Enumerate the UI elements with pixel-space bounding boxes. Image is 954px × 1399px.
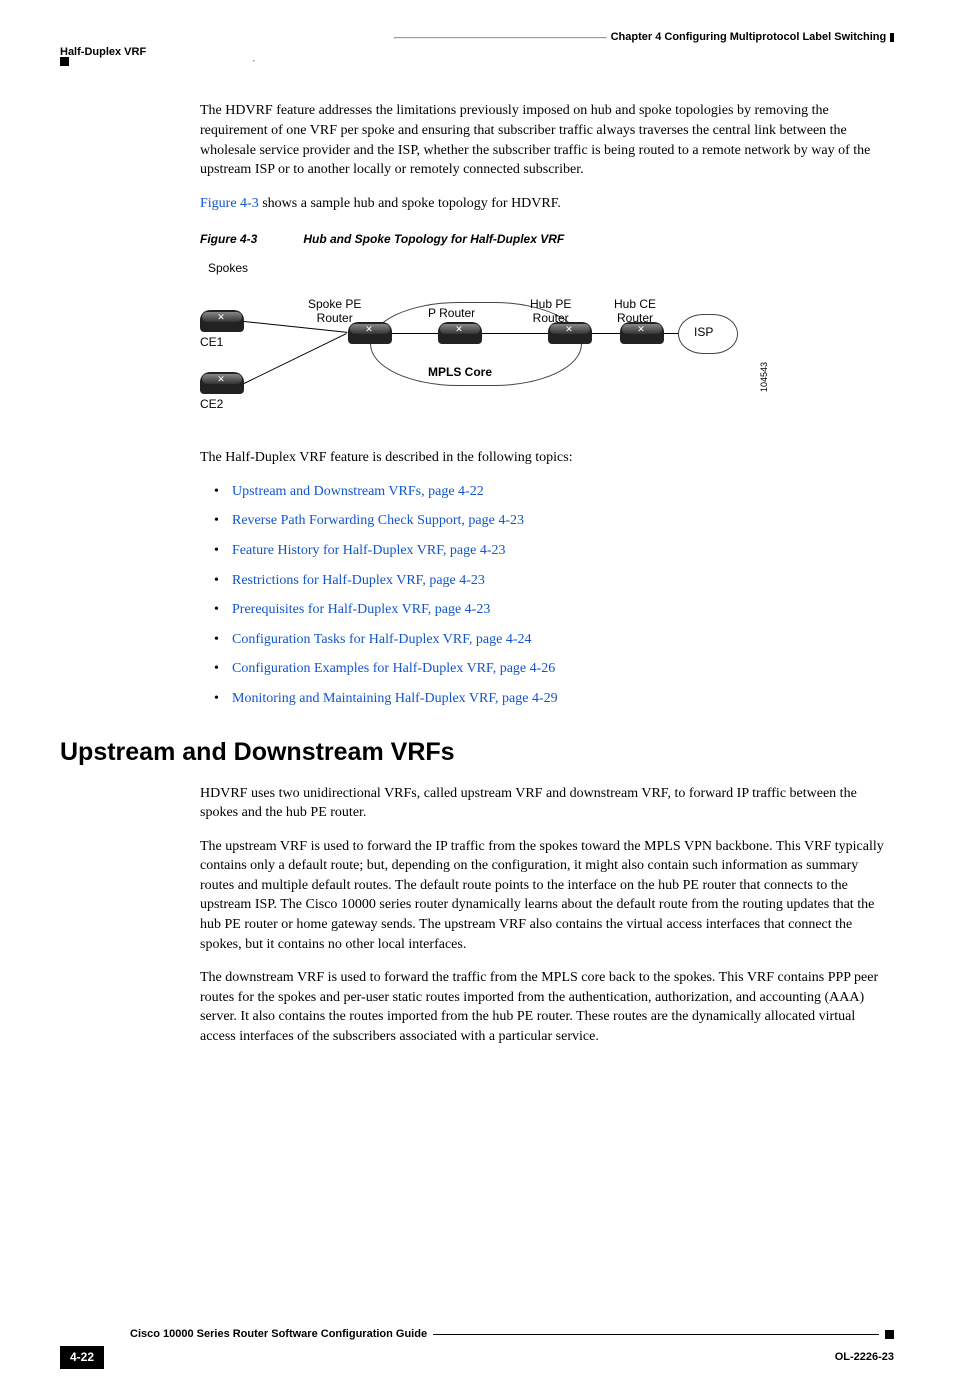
label-ce2: CE2 xyxy=(200,398,223,412)
paragraph: The HDVRF feature addresses the limitati… xyxy=(200,101,894,179)
paragraph: HDVRF uses two unidirectional VRFs, call… xyxy=(200,784,894,823)
topic-link[interactable]: Configuration Tasks for Half-Duplex VRF,… xyxy=(218,630,894,650)
content-block: The HDVRF feature addresses the limitati… xyxy=(200,101,894,708)
topic-link[interactable]: Monitoring and Maintaining Half-Duplex V… xyxy=(218,689,894,709)
paragraph: The upstream VRF is used to forward the … xyxy=(200,837,894,955)
figure-caption: Figure 4-3 Hub and Spoke Topology for Ha… xyxy=(200,231,894,248)
label-p-router: P Router xyxy=(428,307,475,321)
header-marker-icon xyxy=(60,57,69,66)
paragraph: Figure 4-3 shows a sample hub and spoke … xyxy=(200,194,894,214)
figure-id: 104543 xyxy=(758,362,771,392)
router-icon xyxy=(200,310,244,332)
label-isp: ISP xyxy=(694,326,713,340)
router-icon xyxy=(438,322,482,344)
figure-title: Hub and Spoke Topology for Half-Duplex V… xyxy=(303,232,564,246)
router-icon xyxy=(348,322,392,344)
label-ce1: CE1 xyxy=(200,336,223,350)
topology-diagram: Spokes CE1 CE2 Spoke PE Router P Router … xyxy=(200,262,894,432)
page-number-badge: 4-22 xyxy=(60,1346,104,1369)
topic-list: Upstream and Downstream VRFs, page 4-22 … xyxy=(200,482,894,709)
router-icon xyxy=(620,322,664,344)
router-icon xyxy=(548,322,592,344)
section-heading: Upstream and Downstream VRFs xyxy=(60,735,894,770)
topic-link[interactable]: Upstream and Downstream VRFs, page 4-22 xyxy=(218,482,894,502)
footer-doc-id: OL-2226-23 xyxy=(835,1350,894,1365)
label-mpls-core: MPLS Core xyxy=(428,366,492,380)
paragraph: The downstream VRF is used to forward th… xyxy=(200,968,894,1046)
figure-number: Figure 4-3 xyxy=(200,231,300,248)
footer-guide-title: Cisco 10000 Series Router Software Confi… xyxy=(60,1327,427,1342)
header-marker-icon xyxy=(890,33,894,42)
topic-link[interactable]: Reverse Path Forwarding Check Support, p… xyxy=(218,511,894,531)
router-icon xyxy=(200,372,244,394)
topic-link[interactable]: Configuration Examples for Half-Duplex V… xyxy=(218,659,894,679)
topic-link[interactable]: Feature History for Half-Duplex VRF, pag… xyxy=(218,541,894,561)
page-footer: Cisco 10000 Series Router Software Confi… xyxy=(60,1327,894,1369)
label-spokes: Spokes xyxy=(208,262,248,276)
footer-marker-icon xyxy=(885,1330,894,1339)
label-spoke-pe: Spoke PE Router xyxy=(308,298,361,326)
header-chapter: Chapter 4 Configuring Multiprotocol Labe… xyxy=(611,30,887,45)
figure-reference-link[interactable]: Figure 4-3 xyxy=(200,196,259,211)
text: shows a sample hub and spoke topology fo… xyxy=(259,196,561,211)
paragraph: The Half-Duplex VRF feature is described… xyxy=(200,448,894,468)
topic-link[interactable]: Prerequisites for Half-Duplex VRF, page … xyxy=(218,600,894,620)
topic-link[interactable]: Restrictions for Half-Duplex VRF, page 4… xyxy=(218,571,894,591)
